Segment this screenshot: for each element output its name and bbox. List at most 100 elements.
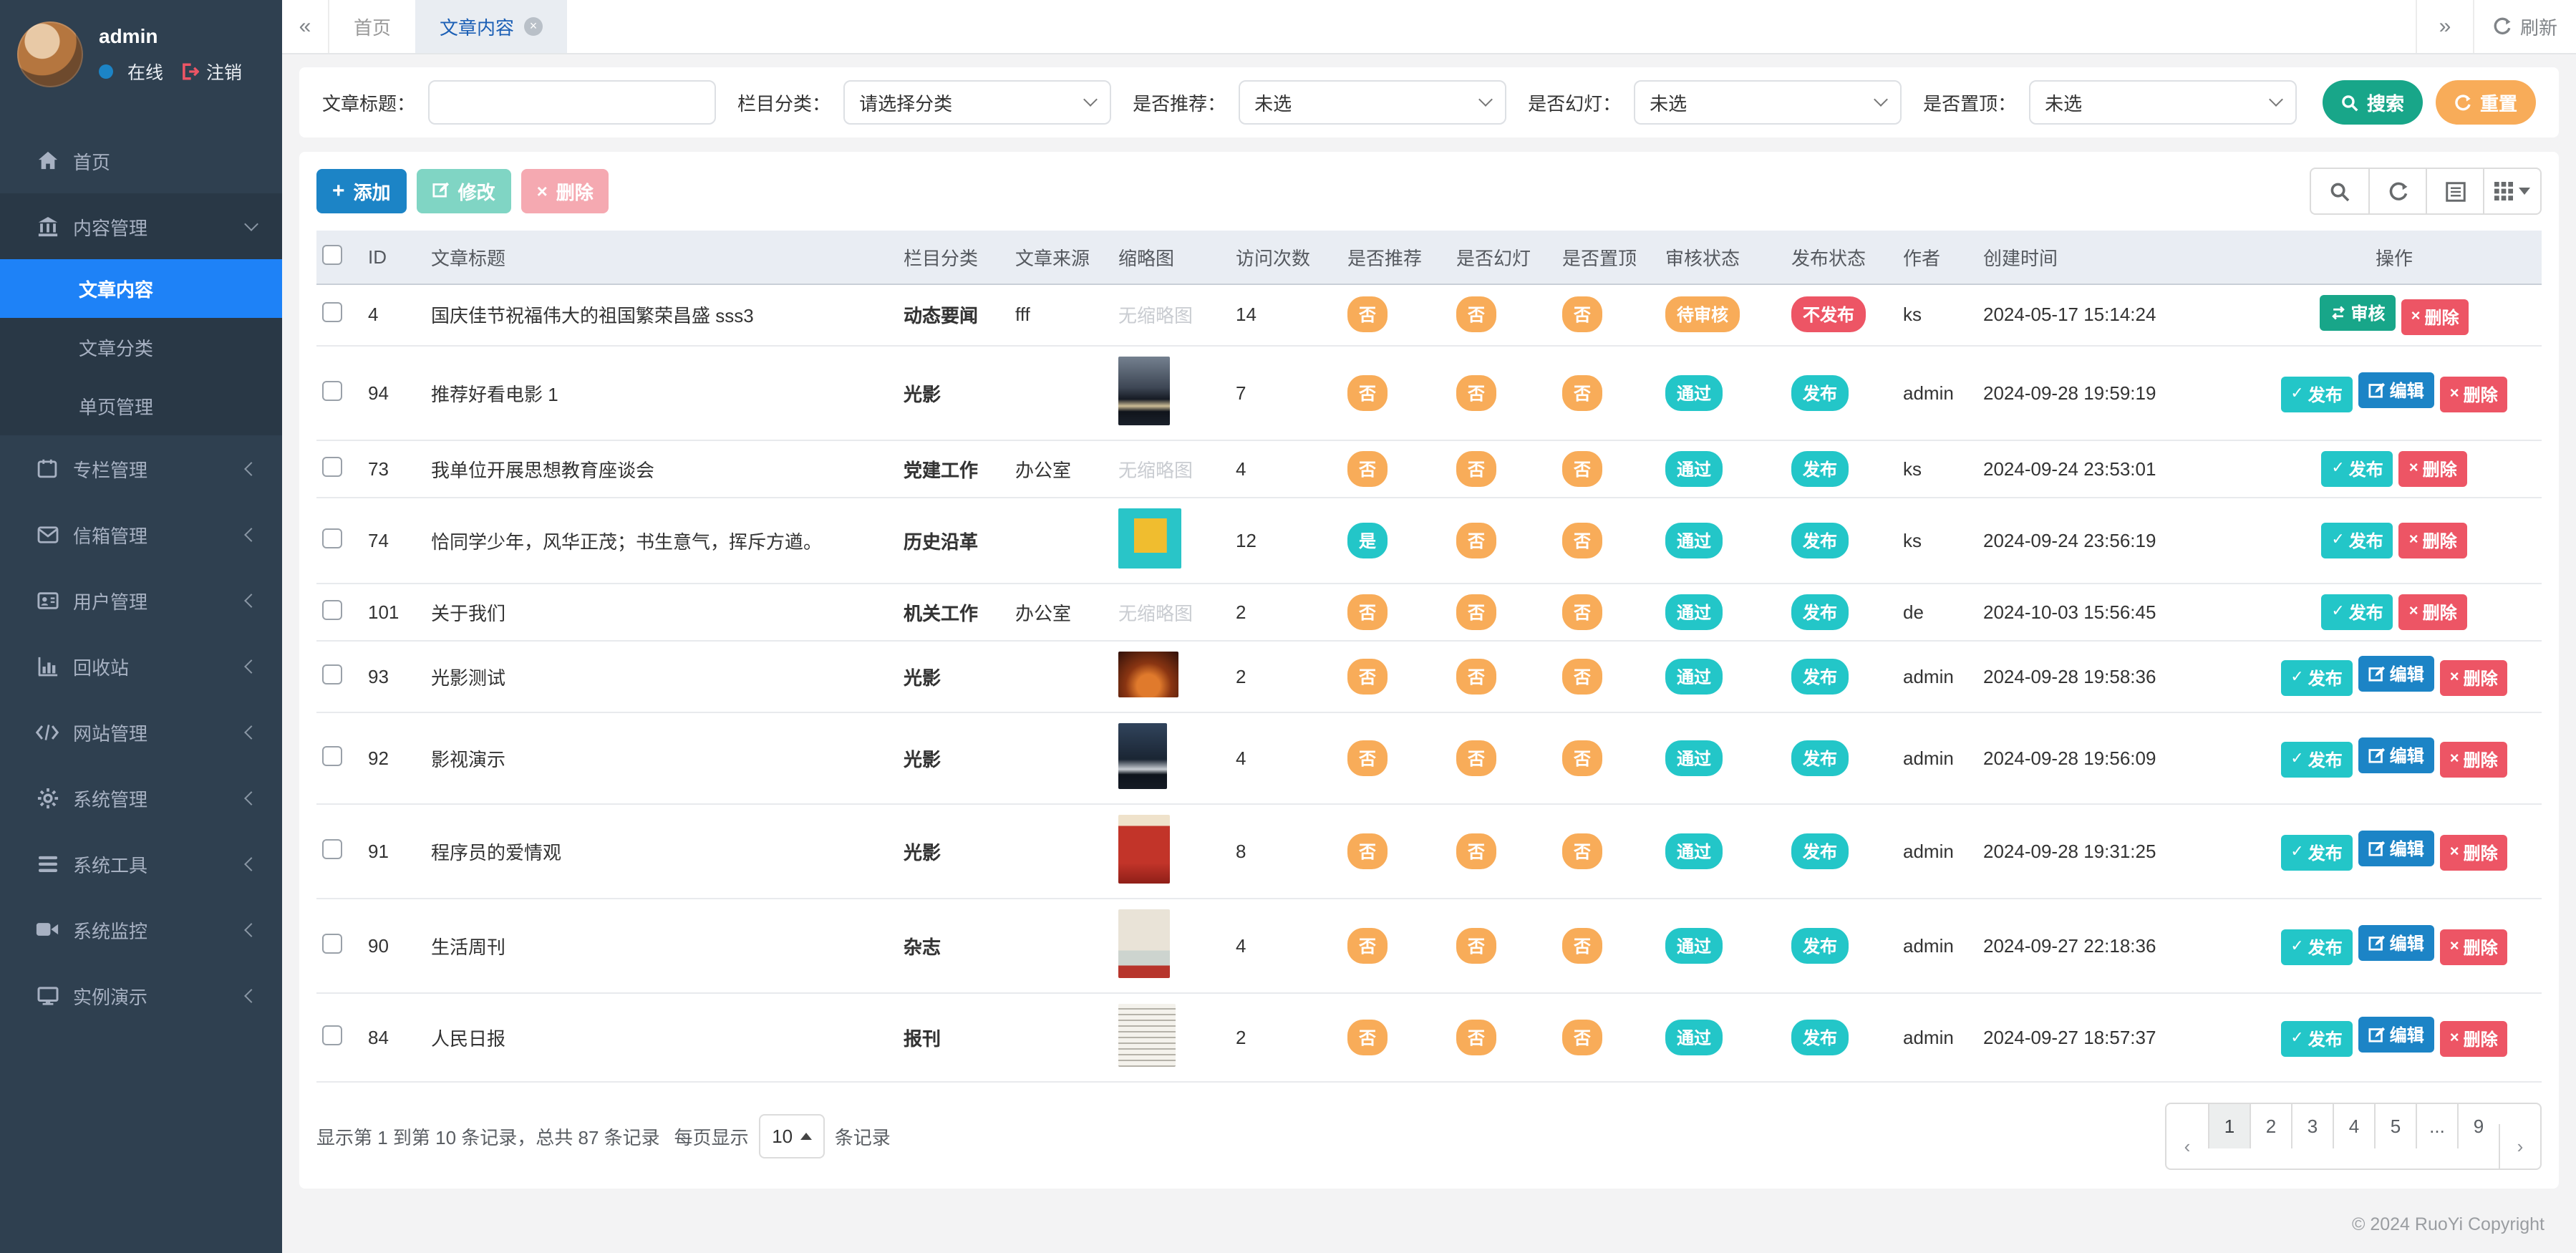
top-select[interactable]: 未选 bbox=[2029, 80, 2297, 125]
sidebar-subitem-文章内容[interactable]: 文章内容 bbox=[0, 259, 282, 318]
page-button-5[interactable]: 5 bbox=[2374, 1103, 2416, 1148]
publish-row-button[interactable]: ✓发布 bbox=[2280, 930, 2352, 966]
publish-row-button[interactable]: ✓发布 bbox=[2321, 450, 2393, 486]
prev-page-button[interactable]: ‹ bbox=[2166, 1123, 2208, 1168]
column-header-审核状态: 审核状态 bbox=[1660, 231, 1786, 284]
row-checkbox[interactable] bbox=[322, 664, 342, 684]
page-button-4[interactable]: 4 bbox=[2333, 1103, 2374, 1148]
detail-view-icon[interactable] bbox=[2426, 169, 2483, 213]
delete-row-button[interactable]: ×删除 bbox=[2440, 930, 2508, 966]
row-checkbox[interactable] bbox=[322, 745, 342, 765]
audit-row-button[interactable]: 审核 bbox=[2320, 294, 2396, 330]
sidebar-item-recycle[interactable]: 回收站 bbox=[0, 633, 282, 699]
sidebar-item-website[interactable]: 网站管理 bbox=[0, 699, 282, 765]
cell-top: 否 bbox=[1556, 803, 1660, 898]
refresh-tab-button[interactable]: 刷新 bbox=[2473, 0, 2576, 53]
top-label: 是否置顶： bbox=[1923, 89, 2016, 116]
row-button-label: 编辑 bbox=[2390, 662, 2424, 686]
page-button-3[interactable]: 3 bbox=[2291, 1103, 2333, 1148]
cell-actions: ✓发布×删除 bbox=[2247, 440, 2542, 497]
sidebar-item-mailbox[interactable]: 信箱管理 bbox=[0, 501, 282, 567]
page-button-9[interactable]: 9 bbox=[2457, 1103, 2499, 1148]
user-avatar[interactable] bbox=[17, 21, 83, 87]
add-button[interactable]: +添加 bbox=[316, 169, 407, 213]
edit-row-button[interactable]: 编辑 bbox=[2358, 1017, 2434, 1053]
row-checkbox[interactable] bbox=[322, 456, 342, 476]
publish-row-button[interactable]: ✓发布 bbox=[2321, 594, 2393, 629]
status-badge: 否 bbox=[1347, 833, 1388, 869]
thumbnail-image bbox=[1118, 1003, 1176, 1066]
edit-row-button[interactable]: 编辑 bbox=[2358, 656, 2434, 692]
reset-button[interactable]: 重置 bbox=[2436, 80, 2536, 125]
edit-row-button[interactable]: 编辑 bbox=[2358, 925, 2434, 961]
row-checkbox[interactable] bbox=[322, 1025, 342, 1045]
tab-文章内容[interactable]: 文章内容× bbox=[415, 0, 567, 53]
slide-select[interactable]: 未选 bbox=[1634, 80, 1902, 125]
sidebar-item-content[interactable]: 内容管理 bbox=[0, 193, 282, 259]
cell-audit-status: 通过 bbox=[1660, 803, 1786, 898]
delete-button[interactable]: ×删除 bbox=[521, 169, 609, 213]
category-select[interactable]: 请选择分类 bbox=[843, 80, 1111, 125]
search-button[interactable]: 搜索 bbox=[2323, 80, 2423, 125]
delete-row-button[interactable]: ×删除 bbox=[2440, 661, 2508, 697]
delete-row-button[interactable]: ×删除 bbox=[2440, 1022, 2508, 1058]
sidebar-item-home[interactable]: 首页 bbox=[0, 127, 282, 193]
row-button-label: 发布 bbox=[2308, 841, 2343, 866]
refresh-icon[interactable] bbox=[2368, 169, 2426, 213]
edit-row-button[interactable]: 编辑 bbox=[2358, 831, 2434, 866]
sidebar-item-demo[interactable]: 实例演示 bbox=[0, 962, 282, 1028]
tab-首页[interactable]: 首页 bbox=[329, 0, 415, 53]
row-button-label: 编辑 bbox=[2390, 378, 2424, 402]
sidebar-subitem-文章分类[interactable]: 文章分类 bbox=[0, 318, 282, 377]
sidebar-item-system[interactable]: 系统管理 bbox=[0, 765, 282, 831]
sidebar-subitem-单页管理[interactable]: 单页管理 bbox=[0, 377, 282, 435]
edit-row-button[interactable]: 编辑 bbox=[2358, 372, 2434, 408]
delete-row-button[interactable]: ×删除 bbox=[2399, 594, 2467, 629]
cell-author: de bbox=[1897, 583, 1977, 640]
columns-grid-icon[interactable] bbox=[2483, 169, 2540, 213]
cell-visits: 12 bbox=[1230, 497, 1342, 583]
delete-row-button[interactable]: ×删除 bbox=[2399, 450, 2467, 486]
sidebar-item-tools[interactable]: 系统工具 bbox=[0, 831, 282, 896]
cell-recommend: 否 bbox=[1342, 640, 1451, 712]
publish-row-button[interactable]: ✓发布 bbox=[2280, 836, 2352, 871]
next-page-button[interactable]: › bbox=[2499, 1123, 2540, 1168]
search-icon[interactable] bbox=[2311, 169, 2368, 213]
delete-row-button[interactable]: ×删除 bbox=[2440, 742, 2508, 778]
publish-row-button[interactable]: ✓发布 bbox=[2321, 522, 2393, 558]
sidebar-item-users[interactable]: 用户管理 bbox=[0, 567, 282, 633]
page-button-1[interactable]: 1 bbox=[2208, 1103, 2250, 1148]
select-all-checkbox[interactable] bbox=[322, 245, 342, 265]
publish-row-button[interactable]: ✓发布 bbox=[2280, 377, 2352, 413]
edit-button[interactable]: 修改 bbox=[417, 169, 511, 213]
logout-link[interactable]: 注销 bbox=[180, 57, 242, 84]
row-button-label: 删除 bbox=[2464, 667, 2498, 691]
delete-row-button[interactable]: ×删除 bbox=[2401, 299, 2469, 334]
ellipsis-page-button[interactable]: ... bbox=[2416, 1103, 2457, 1148]
delete-row-button[interactable]: ×删除 bbox=[2440, 377, 2508, 413]
row-checkbox[interactable] bbox=[322, 302, 342, 322]
double-chevron-left-icon[interactable]: « bbox=[282, 0, 329, 53]
row-checkbox[interactable] bbox=[322, 380, 342, 400]
row-checkbox[interactable] bbox=[322, 528, 342, 548]
page-size-select[interactable]: 10 bbox=[759, 1113, 825, 1158]
close-icon[interactable]: × bbox=[524, 17, 543, 36]
publish-row-button[interactable]: ✓发布 bbox=[2280, 742, 2352, 778]
page-button-2[interactable]: 2 bbox=[2250, 1103, 2291, 1148]
double-chevron-right-icon[interactable]: » bbox=[2416, 0, 2473, 53]
sidebar-item-column[interactable]: 专栏管理 bbox=[0, 435, 282, 501]
edit-row-button[interactable]: 编辑 bbox=[2358, 737, 2434, 773]
delete-row-button[interactable]: ×删除 bbox=[2399, 522, 2467, 558]
status-badge: 否 bbox=[1347, 374, 1388, 410]
row-checkbox[interactable] bbox=[322, 933, 342, 953]
delete-row-button[interactable]: ×删除 bbox=[2440, 836, 2508, 871]
publish-row-button[interactable]: ✓发布 bbox=[2280, 1022, 2352, 1058]
recommend-select[interactable]: 未选 bbox=[1239, 80, 1506, 125]
sidebar-item-monitor[interactable]: 系统监控 bbox=[0, 896, 282, 962]
row-checkbox[interactable] bbox=[322, 599, 342, 619]
publish-row-button[interactable]: ✓发布 bbox=[2280, 661, 2352, 697]
article-title-input[interactable] bbox=[428, 80, 716, 125]
online-status-link[interactable]: 在线 bbox=[99, 57, 163, 84]
row-checkbox[interactable] bbox=[322, 838, 342, 858]
filter-fields: 文章标题：栏目分类：请选择分类是否推荐：未选是否幻灯：未选是否置顶：未选 bbox=[322, 80, 2298, 125]
